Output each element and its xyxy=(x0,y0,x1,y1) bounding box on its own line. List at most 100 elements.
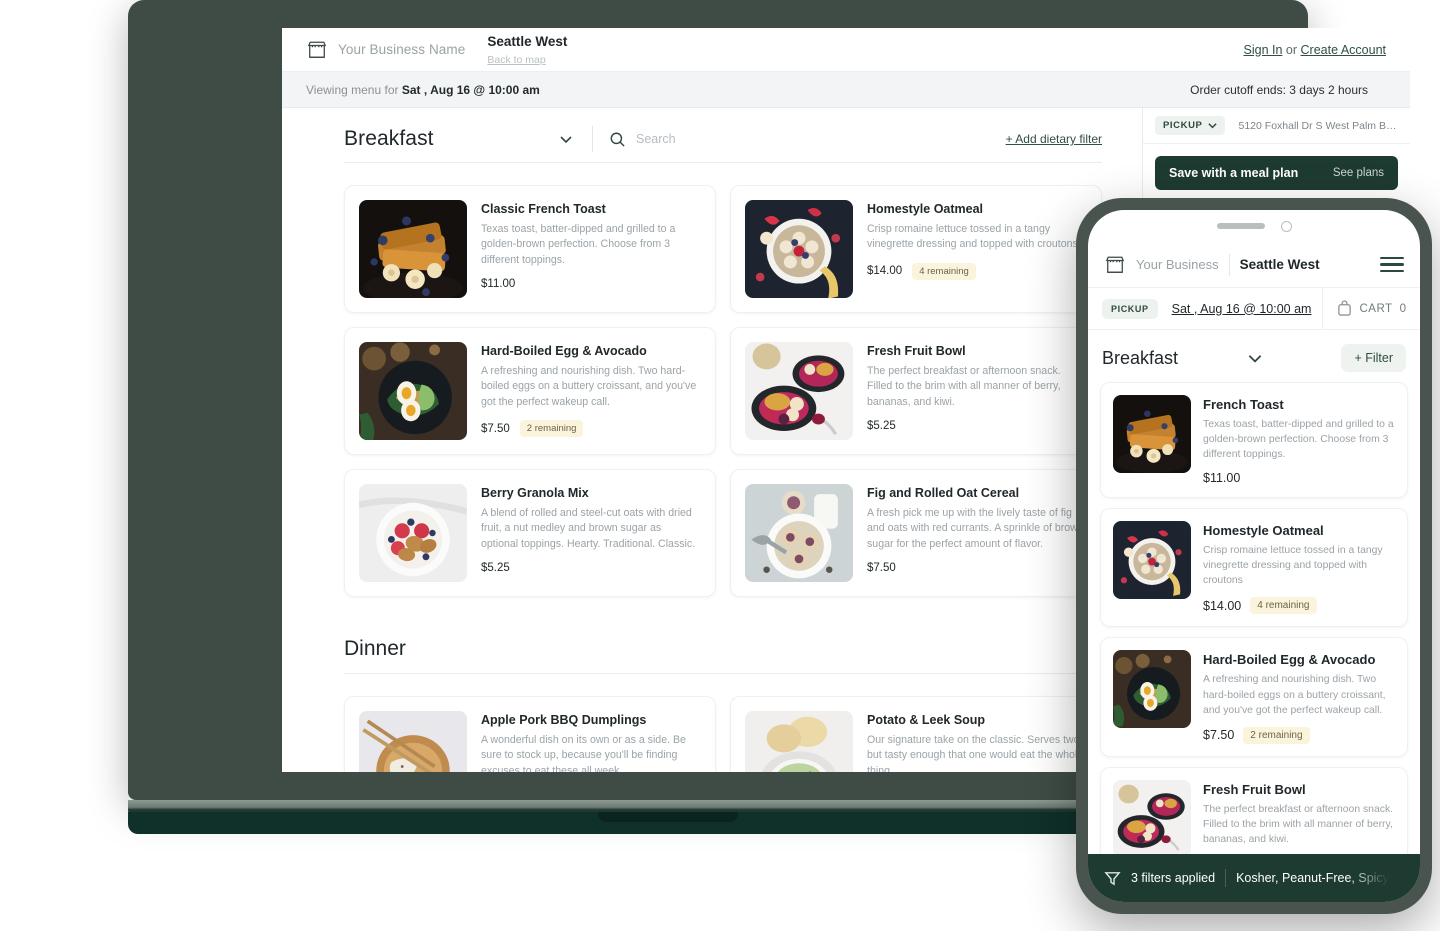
item-price: $5.25 xyxy=(481,562,510,575)
cart-fulfillment-bar: PICKUP 5120 Foxhall Dr S West Palm Bea .… xyxy=(1143,108,1410,144)
menu-item-card[interactable]: Homestyle Oatmeal Crisp romaine lettuce … xyxy=(730,185,1102,313)
item-price: $11.00 xyxy=(481,278,516,291)
delivery-address[interactable]: 5120 Foxhall Dr S West Palm Bea ... xyxy=(1239,120,1399,132)
meal-plan-title: Save with a meal plan xyxy=(1169,166,1299,180)
brand[interactable]: Your Business Name xyxy=(306,40,465,60)
viewing-date[interactable]: Sat , Aug 16 @ 10:00 am xyxy=(402,83,540,97)
phone-header: Your Business Seattle West xyxy=(1088,242,1420,288)
add-dietary-filter-link[interactable]: + Add dietary filter xyxy=(1006,132,1102,146)
item-info: Fresh Fruit Bowl The perfect breakfast o… xyxy=(867,342,1087,440)
back-to-map-link[interactable]: Back to map xyxy=(487,54,567,66)
app-subheader: Viewing menu for Sat , Aug 16 @ 10:00 am… xyxy=(282,72,1410,108)
item-thumbnail xyxy=(745,711,853,772)
toolbar-divider xyxy=(592,126,593,152)
item-description: A refreshing and nourishing dish. Two ha… xyxy=(481,365,697,408)
category-selector[interactable]: Breakfast xyxy=(344,127,574,151)
item-description: A blend of rolled and steel-cut oats wit… xyxy=(481,507,696,550)
item-thumbnail xyxy=(1113,521,1191,600)
phone-cart-button[interactable]: CART 0 xyxy=(1322,287,1406,330)
item-description: A refreshing and nourishing dish. Two ha… xyxy=(1203,674,1386,716)
item-info: Homestyle Oatmeal Crisp romaine lettuce … xyxy=(1203,521,1395,615)
menu-hamburger-icon[interactable] xyxy=(1380,256,1404,273)
item-info: Berry Granola Mix A blend of rolled and … xyxy=(481,484,701,582)
phone-menu-item-card[interactable]: Homestyle Oatmeal Crisp romaine lettuce … xyxy=(1100,508,1408,628)
item-name: Fig and Rolled Oat Cereal xyxy=(867,486,1020,500)
item-info: Hard-Boiled Egg & Avocado A refreshing a… xyxy=(1203,650,1395,744)
menu-item-card[interactable]: Apple Pork BBQ Dumplings A wonderful dis… xyxy=(344,696,716,772)
item-thumbnail xyxy=(1113,650,1191,729)
phone-menu-item-card[interactable]: Hard-Boiled Egg & Avocado A refreshing a… xyxy=(1100,637,1408,757)
item-price-row: $5.25 xyxy=(867,420,1087,432)
search-box[interactable] xyxy=(609,131,994,148)
phone-filter-button[interactable]: + Filter xyxy=(1341,344,1406,372)
phone-order-date-link[interactable]: Sat , Aug 16 @ 10:00 am xyxy=(1172,302,1312,316)
menu-item-card[interactable]: Berry Granola Mix A blend of rolled and … xyxy=(344,469,716,597)
auth-separator: or xyxy=(1285,42,1298,57)
item-description: A fresh pick me up with the lively taste… xyxy=(867,507,1084,550)
viewing-prefix: Viewing menu for xyxy=(306,82,399,97)
phone-menu-item-card[interactable]: French Toast Texas toast, batter-dipped … xyxy=(1100,382,1408,499)
item-price-row: $14.00 4 remaining xyxy=(867,262,1087,280)
chevron-down-icon xyxy=(1207,122,1217,129)
item-name: Classic French Toast xyxy=(481,202,606,216)
phone-fulfillment-badge[interactable]: PICKUP xyxy=(1102,298,1158,319)
fulfillment-label: PICKUP xyxy=(1163,120,1203,131)
item-price-row: $11.00 xyxy=(1203,471,1395,485)
phone-cart-label: CART xyxy=(1359,302,1393,315)
phone-speaker xyxy=(1216,223,1265,229)
item-name: Apple Pork BBQ Dumplings xyxy=(481,713,647,727)
phone-store-name: Seattle West xyxy=(1239,257,1320,272)
storefront-icon xyxy=(306,40,328,60)
meal-plan-banner[interactable]: Save with a meal plan See plans xyxy=(1155,156,1398,190)
item-name: French Toast xyxy=(1203,397,1284,412)
menu-item-card[interactable]: Potato & Leek Soup Our signature take on… xyxy=(730,696,1102,772)
item-price-row: $7.50 2 remaining xyxy=(481,420,701,438)
item-thumbnail xyxy=(359,342,467,440)
category-title: Breakfast xyxy=(344,127,434,150)
phone-header-divider xyxy=(1228,253,1230,276)
storefront-icon xyxy=(1104,255,1126,275)
item-remaining-badge: 4 remaining xyxy=(912,262,976,280)
phone-menu-list: French Toast Texas toast, batter-dipped … xyxy=(1088,382,1420,883)
fulfillment-selector[interactable]: PICKUP xyxy=(1155,116,1225,135)
search-icon xyxy=(609,131,626,148)
menu-toolbar: Breakfast Search + Add dietary filter xyxy=(282,108,1142,162)
item-thumbnail xyxy=(359,200,467,298)
phone-top-bezel xyxy=(1088,210,1420,242)
phone-brand-name: Your Business xyxy=(1136,257,1219,272)
search-input[interactable] xyxy=(636,132,994,146)
sign-in-link[interactable]: Sign In xyxy=(1244,43,1283,57)
phone-menu-toolbar: Breakfast + Filter xyxy=(1088,330,1420,382)
menu-item-card[interactable]: Classic French Toast Texas toast, batter… xyxy=(344,185,716,313)
store-block: Seattle West Back to map xyxy=(487,33,567,65)
menu-item-card[interactable]: Fig and Rolled Oat Cereal A fresh pick m… xyxy=(730,469,1102,597)
item-description: The perfect breakfast or afternoon snack… xyxy=(1203,803,1394,845)
menu-item-card[interactable]: Fresh Fruit Bowl The perfect breakfast o… xyxy=(730,327,1102,455)
see-plans-link[interactable]: See plans xyxy=(1333,167,1384,179)
item-thumbnail xyxy=(1113,395,1191,473)
app-header: Your Business Name Seattle West Back to … xyxy=(282,28,1410,72)
item-price: $5.25 xyxy=(867,420,896,433)
item-thumbnail xyxy=(745,200,853,298)
phone-screen: Your Business Seattle West PICKUP Sat , … xyxy=(1088,210,1420,902)
item-description: The perfect breakfast or afternoon snack… xyxy=(867,365,1061,408)
phone-cart-count: 0 xyxy=(1399,302,1406,315)
phone-filter-bar[interactable]: 3 filters applied Kosher, Peanut-Free, S… xyxy=(1088,854,1420,902)
item-remaining-badge: 2 remaining xyxy=(519,420,584,438)
laptop-base-notch xyxy=(598,812,738,822)
item-thumbnail xyxy=(745,342,853,440)
item-info: Apple Pork BBQ Dumplings A wonderful dis… xyxy=(481,711,701,772)
menu-pane: Breakfast Search + Add dietary filter Cl… xyxy=(282,108,1142,772)
item-name: Fresh Fruit Bowl xyxy=(1203,781,1306,797)
chevron-down-icon[interactable] xyxy=(1246,349,1264,367)
funnel-icon xyxy=(1104,870,1121,887)
create-account-link[interactable]: Create Account xyxy=(1301,43,1386,57)
item-price-row: $5.25 xyxy=(481,562,701,574)
item-price-row: $14.00 4 remaining xyxy=(1203,597,1395,615)
chevron-down-icon xyxy=(558,131,574,147)
cart-bag-icon xyxy=(1337,300,1352,317)
item-thumbnail xyxy=(745,484,853,582)
phone-camera xyxy=(1280,220,1292,232)
phone-filters-applied-count: 3 filters applied xyxy=(1131,871,1216,885)
menu-item-card[interactable]: Hard-Boiled Egg & Avocado A refreshing a… xyxy=(344,327,716,455)
